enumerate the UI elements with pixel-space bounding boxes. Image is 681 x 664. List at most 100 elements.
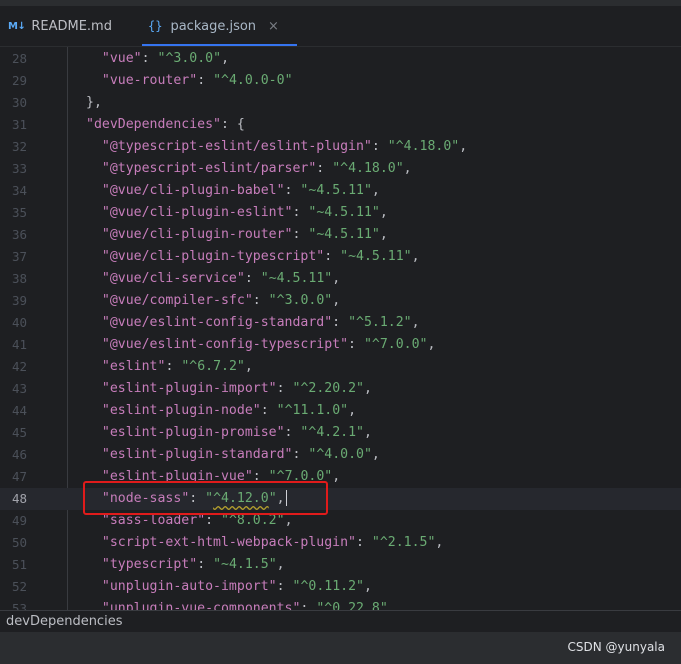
- code-line[interactable]: 34 "@vue/cli-plugin-babel": "~4.5.11",: [0, 180, 681, 202]
- json-quote: ": [340, 337, 349, 352]
- code-line[interactable]: 28 "vue": "^3.0.0",: [0, 48, 681, 70]
- json-quote: ": [356, 579, 364, 594]
- json-quote: ": [371, 227, 380, 242]
- close-icon[interactable]: ×: [268, 19, 279, 34]
- json-colon: :: [371, 139, 388, 154]
- json-quote: ": [244, 293, 253, 308]
- editor-tab-bar: M↓ README.md {} package.json ×: [0, 6, 681, 47]
- json-comma: ,: [284, 513, 293, 528]
- code-line[interactable]: 30},: [0, 92, 681, 114]
- line-number: 40: [11, 315, 27, 330]
- json-quote: ": [340, 403, 349, 418]
- code-line[interactable]: 42 "eslint": "^6.7.2",: [0, 356, 681, 378]
- code-editor[interactable]: 28 "vue": "^3.0.0", 29 "vue-router": "^4.0.…: [0, 47, 681, 610]
- code-line[interactable]: 45 "eslint-plugin-promise": "^4.2.1",: [0, 422, 681, 444]
- json-key: @vue/eslint-config-standard: [109, 315, 325, 330]
- line-number: 36: [11, 227, 27, 242]
- json-value: ^4.0.0: [316, 447, 364, 462]
- json-quote: ": [221, 513, 229, 528]
- json-quote: ": [101, 601, 110, 610]
- line-number: 49: [11, 513, 27, 528]
- json-key: script-ext-html-webpack-plugin: [109, 535, 349, 550]
- line-number: 34: [11, 183, 27, 198]
- json-colon: :: [292, 205, 309, 220]
- json-comma: ,: [427, 337, 436, 352]
- json-quote: ": [268, 381, 277, 396]
- line-number: 32: [11, 139, 27, 154]
- json-value: ^2.20.2: [300, 381, 357, 396]
- code-text: "typescript": "~4.1.5",: [102, 554, 285, 576]
- json-quote: ": [284, 73, 293, 88]
- code-line[interactable]: 31 "devDependencies": {: [0, 114, 681, 136]
- code-line[interactable]: 29 "vue-router": "^4.0.0-0": [0, 70, 681, 92]
- code-text: "vue-router": "^4.0.0-0": [102, 70, 293, 92]
- code-line[interactable]: 38 "@vue/cli-service": "~4.5.11",: [0, 268, 681, 290]
- code-line[interactable]: 35 "@vue/cli-plugin-eslint": "~4.5.11",: [0, 202, 681, 224]
- code-text: "@vue/compiler-sfc": "^3.0.0",: [102, 290, 340, 312]
- json-quote: ": [236, 271, 245, 286]
- line-number: 42: [11, 359, 27, 374]
- code-line[interactable]: 37 "@vue/cli-plugin-typescript": "~4.5.11…: [0, 246, 681, 268]
- json-colon: :: [316, 161, 333, 176]
- breadcrumb[interactable]: devDependencies: [0, 610, 681, 632]
- json-quote: ": [276, 183, 285, 198]
- json-brace: {: [236, 117, 245, 132]
- json-value: ~4.5.11: [316, 227, 372, 242]
- code-line[interactable]: 51 "typescript": "~4.1.5",: [0, 554, 681, 576]
- json-key: devDependencies: [93, 117, 214, 132]
- code-line[interactable]: 43 "eslint-plugin-import": "^2.20.2",: [0, 378, 681, 400]
- line-number: 31: [11, 117, 27, 132]
- json-quote: ": [101, 403, 110, 418]
- code-text: "eslint-plugin-standard": "^4.0.0",: [102, 444, 380, 466]
- line-number: 48: [11, 491, 27, 506]
- json-quote: ": [332, 161, 341, 176]
- json-quote: ": [379, 601, 388, 610]
- json-quote: ": [213, 117, 221, 132]
- code-line[interactable]: 44 "eslint-plugin-node": "^11.1.0",: [0, 400, 681, 422]
- code-line[interactable]: 52 "unplugin-auto-import": "^0.11.2",: [0, 576, 681, 598]
- json-value: ^3.0.0: [276, 293, 325, 308]
- code-line[interactable]: 32 "@typescript-eslint/eslint-plugin": "^…: [0, 136, 681, 158]
- code-line[interactable]: 39 "@vue/compiler-sfc": "^3.0.0",: [0, 290, 681, 312]
- json-value: ^4.0.0-0: [221, 73, 285, 88]
- code-line[interactable]: 50 "script-ext-html-webpack-plugin": "^2.…: [0, 532, 681, 554]
- json-quote: ": [260, 271, 269, 286]
- code-line[interactable]: 53 "unplugin-vue-components": "^0.22.8",: [0, 598, 681, 610]
- json-colon: :: [141, 51, 158, 66]
- line-number: 46: [11, 447, 27, 462]
- json-quote: ": [133, 51, 142, 66]
- json-comma: ,: [221, 51, 230, 66]
- line-number: 39: [11, 293, 27, 308]
- json-comma: ,: [379, 227, 388, 242]
- json-comma: ,: [379, 205, 388, 220]
- json-value: ~4.5.11: [308, 183, 364, 198]
- json-quote: ": [340, 249, 349, 264]
- json-key: eslint-plugin-import: [109, 381, 269, 396]
- code-line[interactable]: 41 "@vue/eslint-config-typescript": "^7.0…: [0, 334, 681, 356]
- breadcrumb-item[interactable]: devDependencies: [6, 614, 122, 629]
- json-quote: ": [86, 117, 94, 132]
- code-text: "@typescript-eslint/eslint-plugin": "^4.…: [102, 136, 467, 158]
- code-text: },: [86, 92, 102, 114]
- json-quote: ": [395, 161, 404, 176]
- json-comma: ,: [363, 425, 372, 440]
- json-quote: ": [101, 161, 110, 176]
- tab-package-json[interactable]: {} package.json ×: [142, 6, 297, 46]
- json-icon: {}: [148, 19, 163, 33]
- json-comma: ,: [332, 469, 341, 484]
- json-quote: ": [101, 535, 110, 550]
- code-line[interactable]: 33 "@typescript-eslint/parser": "^4.18.0"…: [0, 158, 681, 180]
- code-text: "@vue/eslint-config-typescript": "^7.0.0…: [102, 334, 436, 356]
- tab-readme[interactable]: M↓ README.md: [8, 6, 112, 46]
- json-quote: ": [101, 183, 110, 198]
- json-value: ^4.2.1: [308, 425, 357, 440]
- json-quote: ": [189, 557, 198, 572]
- code-line[interactable]: 36 "@vue/cli-plugin-router": "~4.5.11",: [0, 224, 681, 246]
- json-quote: ": [213, 557, 222, 572]
- json-key: unplugin-auto-import: [109, 579, 269, 594]
- code-line[interactable]: 46 "eslint-plugin-standard": "^4.0.0",: [0, 444, 681, 466]
- line-number: 29: [11, 73, 27, 88]
- json-quote: ": [387, 139, 396, 154]
- json-quote: ": [101, 73, 110, 88]
- code-line[interactable]: 40 "@vue/eslint-config-standard": "^5.1.2…: [0, 312, 681, 334]
